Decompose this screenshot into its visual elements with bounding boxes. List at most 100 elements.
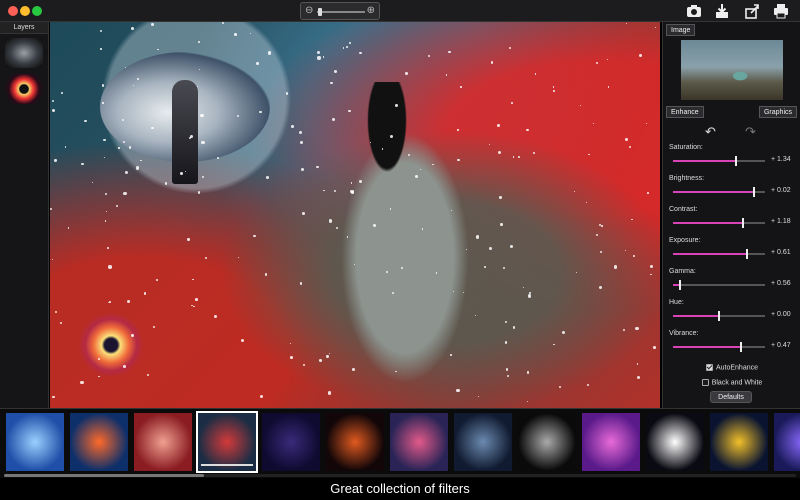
download-icon[interactable] <box>714 3 730 19</box>
snow-dot <box>500 223 503 226</box>
slider-thumb[interactable] <box>741 218 744 228</box>
snow-dot <box>450 209 452 211</box>
snow-dot <box>197 41 200 44</box>
slider-thumb[interactable] <box>740 342 743 352</box>
snow-dot <box>497 151 502 155</box>
snow-dot <box>600 250 603 253</box>
snow-dot <box>132 84 134 86</box>
filter-thumbnail[interactable] <box>6 413 64 471</box>
zoom-out-icon[interactable]: ⊖ <box>305 5 313 16</box>
filter-thumbnail[interactable] <box>134 413 192 471</box>
layer-thumbnail[interactable] <box>5 74 43 104</box>
snow-dot <box>91 182 93 184</box>
slider-track[interactable] <box>673 342 765 352</box>
filter-intensity-bar[interactable] <box>201 464 253 466</box>
tab-enhance[interactable]: Enhance <box>666 106 704 118</box>
slider-thumb[interactable] <box>734 156 737 166</box>
slider-label: Contrast: <box>669 206 698 213</box>
filter-thumbnail[interactable] <box>390 413 448 471</box>
camera-add-icon[interactable] <box>686 3 702 19</box>
zoom-in-icon[interactable]: ⊕ <box>367 5 375 16</box>
slider-track[interactable] <box>673 187 765 197</box>
share-icon[interactable] <box>744 3 760 19</box>
filter-thumbnail[interactable] <box>774 413 800 471</box>
auto-enhance-row[interactable]: AutoEnhance <box>663 364 800 371</box>
filter-thumbnail[interactable] <box>70 413 128 471</box>
slider-thumb[interactable] <box>679 280 682 290</box>
print-icon[interactable] <box>773 3 789 19</box>
filter-thumbnail[interactable] <box>454 413 512 471</box>
snow-dot <box>334 190 337 193</box>
snow-dot <box>599 285 603 290</box>
filter-thumbnail[interactable] <box>262 413 320 471</box>
snow-dot <box>348 109 351 113</box>
zoom-window-button[interactable] <box>32 6 42 16</box>
redo-icon[interactable]: ↷ <box>745 124 756 140</box>
tab-graphics[interactable]: Graphics <box>758 106 797 118</box>
snow-dot <box>635 327 639 331</box>
slider-track[interactable] <box>673 156 765 166</box>
slider-label: Saturation: <box>669 144 703 151</box>
snow-dot <box>562 330 566 334</box>
black-white-row[interactable]: Black and White <box>663 379 800 386</box>
snow-dot <box>217 156 220 159</box>
undo-icon[interactable]: ↶ <box>705 124 716 140</box>
slider-thumb[interactable] <box>752 187 755 197</box>
slider-track[interactable] <box>673 311 765 321</box>
black-white-checkbox[interactable] <box>701 379 709 386</box>
snow-dot <box>432 163 434 166</box>
snow-dot <box>193 305 195 308</box>
snow-dot <box>345 46 348 49</box>
slider-row: Saturation: + 1.34 <box>669 144 797 172</box>
tab-image[interactable]: Image <box>666 24 696 36</box>
image-canvas[interactable] <box>50 22 660 408</box>
filter-thumbnail[interactable] <box>196 411 258 473</box>
snow-dot <box>99 30 102 33</box>
snow-dot <box>266 176 269 179</box>
slider-track[interactable] <box>673 280 765 290</box>
snow-dot <box>476 235 480 239</box>
snow-dot <box>52 395 55 399</box>
snow-dot <box>50 208 53 211</box>
snow-dot <box>122 140 125 143</box>
snow-dot <box>137 78 139 80</box>
snow-dot <box>436 272 438 274</box>
snow-dot <box>351 191 354 194</box>
filter-thumbnail[interactable] <box>518 413 576 471</box>
snow-dot <box>496 123 501 128</box>
slider-track[interactable] <box>673 218 765 228</box>
filter-thumbnail[interactable] <box>582 413 640 471</box>
filter-thumbnail[interactable] <box>710 413 768 471</box>
snow-dot <box>477 395 479 397</box>
snow-dot <box>300 141 304 145</box>
slider-fill <box>673 315 719 317</box>
auto-enhance-checkbox[interactable] <box>705 364 713 371</box>
zoom-slider-track[interactable] <box>317 11 365 13</box>
minimize-window-button[interactable] <box>20 6 30 16</box>
slider-track[interactable] <box>673 249 765 259</box>
snow-dot <box>130 333 134 337</box>
filter-thumbnail[interactable] <box>646 413 704 471</box>
zoom-slider-thumb[interactable] <box>318 8 322 16</box>
slider-row: Exposure: + 0.61 <box>669 237 797 265</box>
close-window-button[interactable] <box>8 6 18 16</box>
filter-thumbnail[interactable] <box>326 413 384 471</box>
snow-dot <box>285 92 289 95</box>
slider-thumb[interactable] <box>745 249 748 259</box>
snow-dot <box>389 208 392 210</box>
snow-dot <box>391 291 395 295</box>
snow-dot <box>326 355 329 358</box>
snow-overlay <box>50 22 660 408</box>
snow-dot <box>124 66 127 69</box>
snow-dot <box>118 147 120 149</box>
snow-dot <box>527 294 532 298</box>
zoom-control: ⊖ ⊕ <box>300 2 380 20</box>
defaults-button[interactable]: Defaults <box>710 391 752 403</box>
snow-dot <box>625 22 628 25</box>
snow-dot <box>631 218 633 220</box>
slider-thumb[interactable] <box>718 311 720 321</box>
filter-scrollbar-thumb[interactable] <box>4 474 204 477</box>
snow-dot <box>488 246 493 251</box>
snow-dot <box>197 191 201 194</box>
layer-thumbnail[interactable] <box>5 38 43 68</box>
